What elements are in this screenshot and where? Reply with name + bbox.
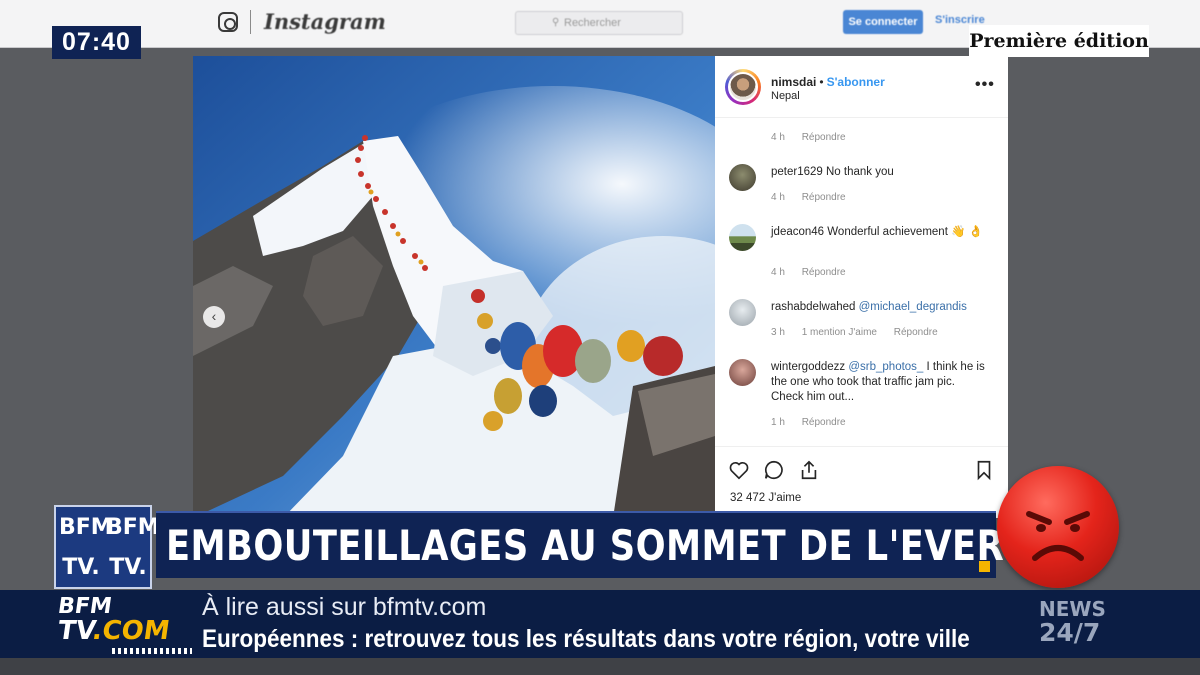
comment-text: rashabdelwahed @michael_degrandis bbox=[771, 300, 986, 315]
owner-avatar[interactable] bbox=[725, 69, 761, 105]
logo-text: BFM bbox=[59, 515, 113, 540]
comment-time: 3 h bbox=[771, 327, 785, 338]
post-actions: 32 472 J'aime bbox=[715, 446, 1008, 518]
more-options-icon[interactable]: ••• bbox=[975, 76, 995, 94]
instagram-wordmark[interactable]: Instagram bbox=[264, 9, 386, 34]
comment-bubble-icon[interactable] bbox=[763, 459, 785, 481]
post-photo[interactable]: ‹ bbox=[193, 56, 715, 518]
ticker-line-2: Européennes : retrouvez tous les résulta… bbox=[202, 625, 970, 653]
comment-meta: 4 h Répondre bbox=[771, 192, 860, 203]
commenter-avatar[interactable] bbox=[729, 164, 756, 191]
search-placeholder: Rechercher bbox=[564, 17, 621, 29]
broadcast-clock: 07:40 bbox=[52, 26, 141, 59]
post-location[interactable]: Nepal bbox=[771, 90, 800, 102]
post-side-panel: nimsdai • S'abonner Nepal ••• 4 h Répondre… bbox=[715, 56, 1008, 518]
owner-username[interactable]: nimsdai bbox=[771, 75, 816, 89]
comment-time: 4 h bbox=[771, 192, 785, 203]
instagram-camera-icon[interactable] bbox=[218, 12, 238, 32]
logo-text: TV. bbox=[109, 555, 147, 580]
comment-time: 1 h bbox=[771, 417, 785, 428]
comment-username[interactable]: wintergoddezz bbox=[771, 361, 845, 373]
post-header: nimsdai • S'abonner Nepal ••• bbox=[715, 56, 1008, 118]
reply-link[interactable]: Répondre bbox=[802, 132, 846, 143]
comment-body: Wonderful achievement 👋 👌 bbox=[827, 226, 983, 238]
headline-banner: EMBOUTEILLAGES AU SOMMET DE L'EVEREST bbox=[156, 511, 1079, 578]
comment-time: 4 h bbox=[771, 267, 785, 278]
headline-text: EMBOUTEILLAGES AU SOMMET DE L'EVEREST bbox=[166, 521, 1080, 570]
comment-meta: 3 h 1 mention J'aime Répondre bbox=[771, 327, 952, 338]
edition-badge: Première édition bbox=[969, 25, 1149, 57]
bookmark-icon[interactable] bbox=[973, 459, 995, 481]
commenter-avatar[interactable] bbox=[729, 359, 756, 386]
reply-link[interactable]: Répondre bbox=[894, 327, 938, 338]
likes-count[interactable]: 32 472 J'aime bbox=[730, 492, 801, 504]
ticker-line-1: À lire aussi sur bfmtv.com bbox=[202, 593, 487, 621]
comment-mention[interactable]: @srb_photos_ bbox=[848, 361, 923, 373]
comment-meta: 1 h Répondre bbox=[771, 417, 860, 428]
comment-body: No thank you bbox=[826, 166, 894, 178]
reply-link[interactable]: Répondre bbox=[802, 417, 846, 428]
comment-text: jdeacon46 Wonderful achievement 👋 👌 bbox=[771, 225, 986, 240]
reply-link[interactable]: Répondre bbox=[802, 192, 846, 203]
instagram-post: ‹ nimsdai • S'abonner Nepal ••• 4 h Répond… bbox=[193, 56, 1008, 518]
logo-stripe bbox=[112, 648, 192, 654]
site-logo-bottom: TV.COM bbox=[55, 616, 172, 646]
logo-text: TV. bbox=[62, 555, 100, 580]
everest-summit-photo bbox=[193, 56, 715, 518]
comment-likes[interactable]: 1 mention J'aime bbox=[802, 327, 877, 338]
comment-time: 4 h bbox=[771, 132, 785, 143]
news-247-badge: NEWS 24/7 bbox=[1039, 597, 1106, 645]
owner-line: nimsdai • S'abonner bbox=[771, 75, 885, 89]
comment-meta: 4 h Répondre bbox=[771, 267, 860, 278]
follow-button[interactable]: S'abonner bbox=[827, 75, 885, 89]
search-input[interactable]: ⚲ Rechercher bbox=[515, 11, 683, 35]
logo-text: BFM bbox=[106, 515, 160, 540]
carousel-prev-button[interactable]: ‹ bbox=[203, 306, 225, 328]
bottom-strip bbox=[0, 658, 1200, 675]
comment-text: wintergoddezz @srb_photos_ I think he is… bbox=[771, 360, 986, 405]
comment-text: peter1629 No thank you bbox=[771, 165, 986, 180]
comment-username[interactable]: rashabdelwahed bbox=[771, 301, 855, 313]
comment-username[interactable]: peter1629 bbox=[771, 166, 823, 178]
search-icon: ⚲ bbox=[552, 17, 560, 28]
login-button[interactable]: Se connecter bbox=[843, 10, 923, 34]
comment-meta: 4 h Répondre bbox=[771, 132, 860, 143]
reply-link[interactable]: Répondre bbox=[802, 267, 846, 278]
bfmtv-com-logo: BFM TV.COM bbox=[52, 592, 192, 656]
comment-username[interactable]: jdeacon46 bbox=[771, 226, 824, 238]
angry-face-icon bbox=[997, 466, 1119, 588]
commenter-avatar[interactable] bbox=[729, 299, 756, 326]
share-icon[interactable] bbox=[798, 459, 820, 481]
commenter-avatar[interactable] bbox=[729, 224, 756, 251]
like-heart-icon[interactable] bbox=[728, 459, 750, 481]
news-hours-label: 24/7 bbox=[1039, 618, 1101, 647]
comment-mention[interactable]: @michael_degrandis bbox=[859, 301, 967, 313]
headline-accent-square bbox=[979, 561, 990, 572]
bfmtv-logo: BFM BFM TV. TV. bbox=[54, 505, 160, 589]
topbar-divider bbox=[250, 10, 251, 34]
